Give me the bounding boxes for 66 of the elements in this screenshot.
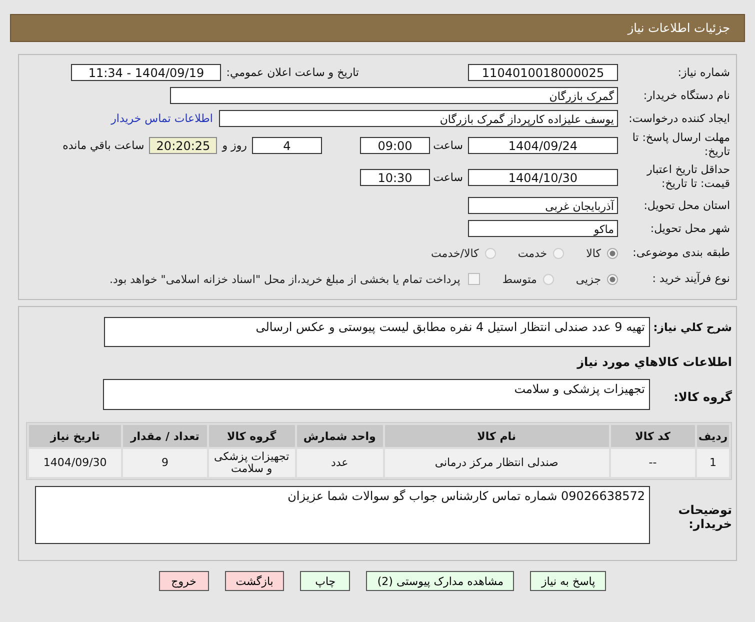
text-field[interactable]: یوسف علیزاده کارپرداز گمرک بازرگان	[219, 110, 618, 127]
time-label: ساعت	[432, 170, 464, 184]
days-label: روز و	[220, 138, 248, 152]
text-field[interactable]: گمرک بازرگان	[170, 87, 618, 104]
action-button[interactable]: مشاهده مدارک پیوستی (2)	[366, 571, 514, 591]
field-label: نوع فرآیند خرید :	[651, 272, 731, 286]
text-field[interactable]: آذربایجان غربی	[468, 197, 618, 214]
action-button[interactable]: بازگشت	[224, 571, 284, 591]
radio-button[interactable]	[542, 274, 554, 284]
radio-button[interactable]	[607, 274, 618, 284]
field-label: توضیحات خریدار:	[677, 502, 732, 531]
text-field[interactable]: 09:00	[360, 136, 430, 154]
column-header: گروه کالا	[208, 425, 295, 447]
radio-button[interactable]	[553, 248, 564, 258]
text-field[interactable]: 10:30	[360, 168, 430, 186]
checkbox[interactable]	[468, 273, 480, 285]
table-cell: 1404/09/30	[29, 449, 122, 477]
column-header: کد کالا	[610, 425, 696, 447]
text-field[interactable]: 1404/10/30	[468, 168, 618, 186]
text-field[interactable]: 20:20:25	[149, 136, 218, 154]
field-label: شهر محل تحویل:	[649, 222, 731, 236]
field-label: گروه کالا:	[672, 388, 732, 404]
text-field[interactable]: 1404/09/19 - 11:34	[71, 64, 222, 81]
text-area[interactable]: تهیه 9 عدد صندلی انتظار استیل 4 نفره مطابق لیست پیوستی و عکس ارسالی	[104, 317, 650, 347]
field-label: حداقل تاریخ اعتبار قیمت: تا تاریخ:	[646, 163, 731, 191]
text-area[interactable]: تجهیزات پزشکی و سلامت	[103, 379, 650, 410]
table-cell: تجهیزات پزشکی و سلامت	[208, 449, 295, 477]
text-field[interactable]: 4	[252, 136, 322, 154]
field-label: مهلت ارسال پاسخ: تا تاریخ:	[631, 131, 731, 159]
table-cell: 9	[123, 449, 207, 477]
table-cell: صندلی انتظار مرکز درمانی	[384, 449, 608, 477]
table-cell: --	[610, 449, 696, 477]
table-cell: عدد	[296, 449, 383, 477]
radio-label: جزیی	[576, 272, 601, 286]
contact-link[interactable]: اطلاعات تماس خریدار	[111, 112, 219, 125]
column-header: واحد شمارش	[296, 425, 383, 447]
checkbox-label: پرداخت تمام یا بخشی از مبلغ خرید،از محل "اسناد خزانه اسلامی" خواهد بود.	[110, 272, 460, 286]
page-title: جزئیات اطلاعات نیاز	[10, 14, 745, 42]
field-label: نام دستگاه خریدار:	[642, 88, 731, 102]
text-field[interactable]: ماکو	[468, 220, 618, 237]
column-header: تاریخ نیاز	[29, 425, 122, 447]
action-button[interactable]: چاپ	[300, 571, 350, 591]
radio-label: کالا/خدمت	[431, 246, 479, 260]
column-header: ردیف	[697, 425, 729, 447]
field-label: ایجاد کننده درخواست:	[628, 112, 731, 126]
radio-button[interactable]	[607, 248, 618, 258]
table-cell: 1	[697, 449, 729, 477]
radio-label: کالا	[586, 246, 601, 260]
field-label: طبقه بندی موضوعی:	[632, 246, 731, 260]
section-heading: اطلاعات کالاهاي مورد نياز	[577, 354, 732, 371]
action-button[interactable]: خروج	[158, 571, 209, 591]
remaining-label: ساعت باقي مانده	[62, 138, 146, 152]
time-label: ساعت	[432, 138, 464, 152]
field-label: تاریخ و ساعت اعلان عمومي:	[225, 66, 360, 79]
radio-label: متوسط	[502, 272, 537, 286]
action-button[interactable]: پاسخ به نیاز	[530, 571, 606, 591]
field-label: شرح کلي نياز:	[652, 320, 732, 334]
column-header: تعداد / مقدار	[123, 425, 207, 447]
text-field[interactable]: 1404/09/24	[468, 136, 618, 154]
radio-button[interactable]	[484, 248, 496, 258]
field-label: شماره نیاز:	[676, 66, 731, 80]
text-area[interactable]: 09026638572 شماره تماس کارشناس جواب گو سوالات شما عزیزان	[35, 486, 650, 544]
text-field[interactable]: 1104010018000025	[468, 64, 618, 81]
column-header: نام کالا	[384, 425, 608, 447]
field-label: استان محل تحویل:	[642, 198, 731, 212]
radio-label: خدمت	[518, 246, 548, 260]
